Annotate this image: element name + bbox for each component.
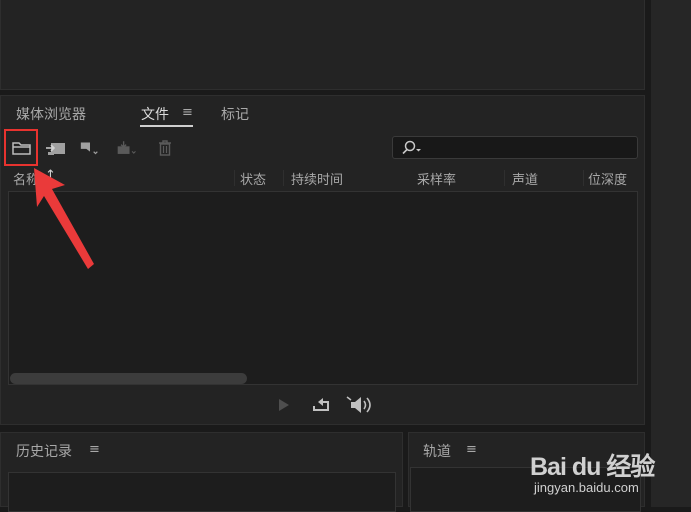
column-header-duration[interactable]: 持续时间 [291, 169, 343, 188]
loop-icon[interactable] [311, 396, 331, 416]
horizontal-scrollbar[interactable] [10, 373, 247, 384]
track-panel-title[interactable]: 轨道 [423, 441, 451, 461]
history-list[interactable] [8, 472, 396, 512]
import-icon[interactable] [45, 138, 67, 158]
new-item-icon[interactable] [79, 138, 101, 158]
tab-media-browser[interactable]: 媒体浏览器 [16, 104, 86, 124]
panel-menu-icon[interactable]: ≡ [89, 442, 100, 457]
column-header-channels[interactable]: 声道 [512, 169, 538, 188]
column-header-status[interactable]: 状态 [240, 169, 266, 188]
tab-files[interactable]: 文件 [141, 104, 169, 124]
export-icon[interactable] [116, 138, 138, 158]
tab-markers[interactable]: 标记 [221, 104, 249, 124]
search-input[interactable] [392, 136, 638, 159]
column-header-bit-depth[interactable]: 位深度 [588, 169, 627, 188]
column-divider[interactable] [283, 170, 284, 186]
annotation-arrow-icon [34, 168, 94, 269]
search-icon [401, 140, 423, 160]
play-icon[interactable] [277, 397, 291, 416]
history-panel-title[interactable]: 历史记录 [16, 441, 72, 461]
active-tab-underline [140, 125, 193, 127]
trash-icon[interactable] [154, 138, 176, 158]
column-header-sample-rate[interactable]: 采样率 [417, 169, 456, 188]
file-list[interactable] [8, 191, 638, 385]
watermark-logo: Bai du 经验 [530, 453, 655, 481]
speaker-icon[interactable] [346, 395, 374, 419]
column-divider[interactable] [504, 170, 505, 186]
panel-menu-icon[interactable]: ≡ [466, 442, 477, 457]
column-divider[interactable] [234, 170, 235, 186]
watermark-url: jingyan.baidu.com [534, 480, 639, 495]
column-divider[interactable] [583, 170, 584, 186]
panel-menu-icon[interactable]: ≡ [182, 105, 193, 120]
right-side-panel [651, 0, 691, 507]
top-panel [0, 0, 645, 90]
